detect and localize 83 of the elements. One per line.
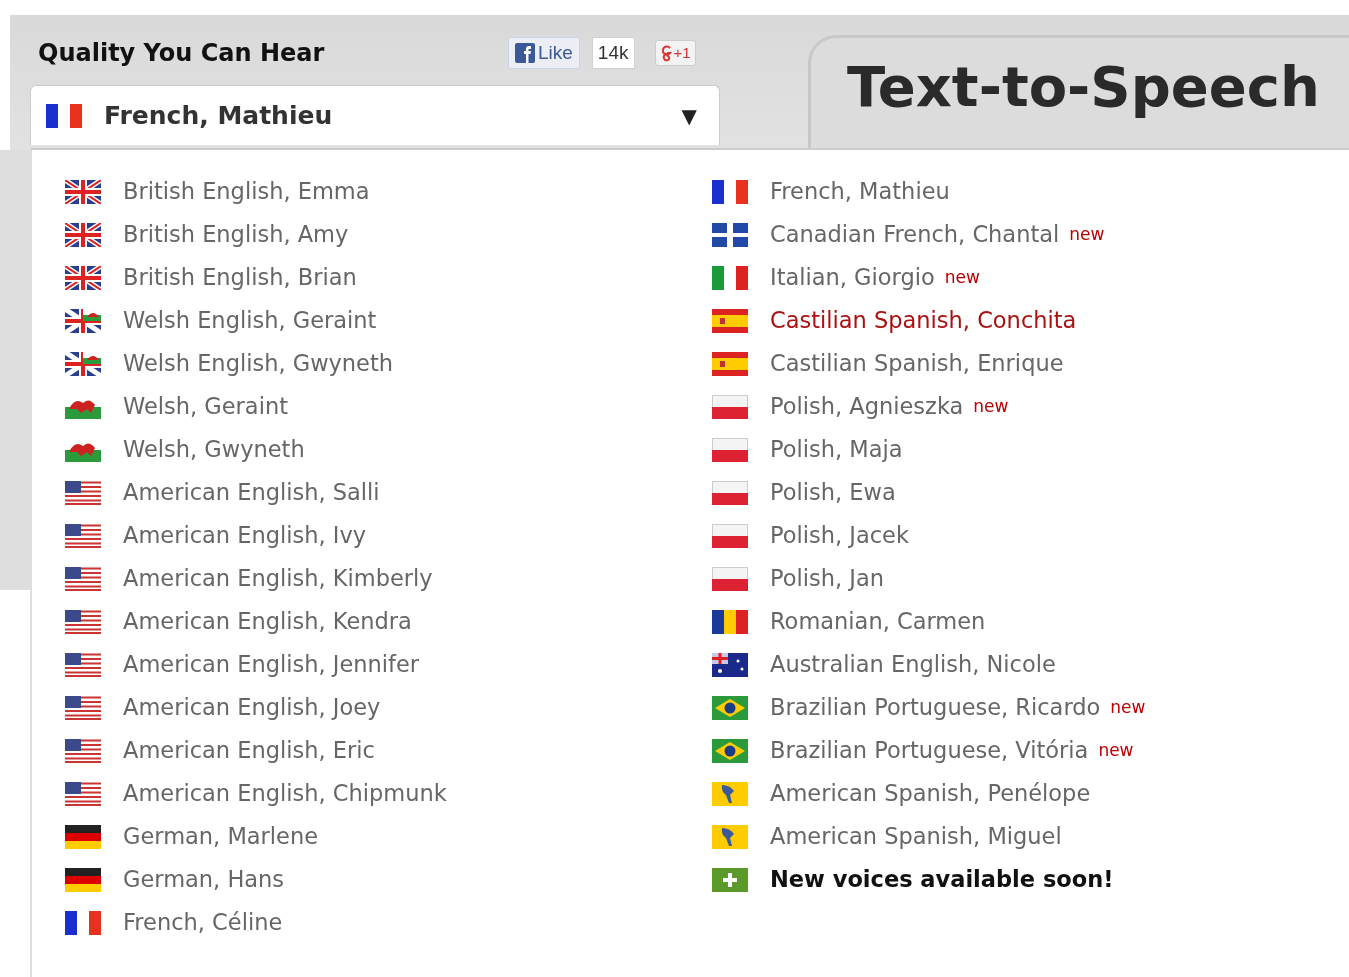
voice-option[interactable]: Welsh English, Gwyneth [123,346,394,381]
stars-stripes-flag-icon [65,523,101,548]
voice-option[interactable]: Castilian Spanish, Conchita [770,303,1077,338]
like-button[interactable]: Like [508,36,580,70]
stars-stripes-flag-icon [65,781,101,806]
facebook-icon [515,43,535,63]
striped-flag-icon [712,351,748,376]
stars-stripes-flag-icon [65,652,101,677]
voice-option[interactable]: Welsh, Gwyneth [123,432,305,467]
tricolour-flag-icon [712,179,748,204]
voice-option[interactable]: British English, Emma [123,174,370,209]
bicolour-flag-icon [712,437,748,462]
voice-option[interactable]: American English, Kendra [123,604,412,639]
site-heading: Quality You Can Hear [38,38,326,69]
voice-option[interactable]: British English, Brian [123,260,357,295]
stars-stripes-flag-icon [65,480,101,505]
map-flag-icon [712,824,748,849]
cross-flag-icon [712,222,748,247]
voice-option[interactable]: Polish, Ewa [770,475,896,510]
voice-option[interactable]: American Spanish, Penélope [770,776,1091,811]
voice-option[interactable]: American English, Kimberly [123,561,433,596]
plus-one-button[interactable]: +1 [654,39,696,67]
voice-option[interactable]: Welsh, Geraint [123,389,288,424]
union-dragon-flag-icon [65,351,101,376]
caret-icon: ▼ [681,100,697,131]
voice-option[interactable]: American English, Eric [123,733,375,768]
voice-option[interactable]: Italian, Giorgio [770,260,935,295]
tricolour-flag-icon [46,103,82,128]
southern-cross-flag-icon [712,652,748,677]
voice-dropdown[interactable]: French, Mathieu ▼ [30,85,720,145]
voice-option[interactable]: Brazilian Portuguese, Ricardo [770,690,1101,725]
bicolour-flag-icon [712,566,748,591]
voice-option[interactable]: American English, Jennifer [123,647,420,682]
bicolour-flag-icon [712,523,748,548]
voice-option[interactable]: French, Mathieu [770,174,950,209]
voice-option[interactable]: American English, Joey [123,690,381,725]
voice-option[interactable]: French, Céline [123,905,283,940]
diamond-flag-icon [712,738,748,763]
product-tab[interactable]: Text-to-Speech [808,35,1349,150]
tricolour-flag-icon [712,265,748,290]
voice-option[interactable]: Romanian, Carmen [770,604,986,639]
voice-option[interactable]: American English, Salli [123,475,380,510]
new-label: new [1098,738,1134,762]
voice-option[interactable]: Polish, Agnieszka [770,389,964,424]
voice-option[interactable]: British English, Amy [123,217,349,252]
notice-text: New voices available soon! [770,864,1114,894]
union-flag-icon [65,179,101,204]
new-label: new [1069,222,1105,246]
voice-option[interactable]: Canadian French, Chantal [770,217,1060,252]
voice-option[interactable]: American English, Chipmunk [123,776,447,811]
voice-option[interactable]: Polish, Maja [770,432,903,467]
voice-option[interactable]: American English, Ivy [123,518,367,553]
voice-option[interactable]: Polish, Jan [770,561,884,596]
voice-option[interactable]: German, Marlene [123,819,319,854]
tricolour-flag-icon [65,824,101,849]
voice-option[interactable]: Castilian Spanish, Enrique [770,346,1064,381]
new-label: new [944,265,980,289]
plus-icon [712,867,748,892]
voice-option[interactable]: Polish, Jacek [770,518,909,553]
stars-stripes-flag-icon [65,609,101,634]
stars-stripes-flag-icon [65,738,101,763]
new-label: new [1110,695,1146,719]
tricolour-flag-icon [712,609,748,634]
voice-option[interactable]: American Spanish, Miguel [770,819,1062,854]
union-flag-icon [65,265,101,290]
voice-option[interactable]: Welsh English, Geraint [123,303,377,338]
union-flag-icon [65,222,101,247]
diamond-flag-icon [712,695,748,720]
new-label: new [973,394,1009,418]
stars-stripes-flag-icon [65,695,101,720]
stars-stripes-flag-icon [65,566,101,591]
bicolour-flag-icon [712,394,748,419]
voice-option[interactable]: Brazilian Portuguese, Vitória [770,733,1089,768]
tricolour-flag-icon [65,910,101,935]
tricolour-flag-icon [65,867,101,892]
striped-flag-icon [712,308,748,333]
map-flag-icon [712,781,748,806]
g-icon [659,44,672,62]
like-count: 14k [591,36,635,70]
union-dragon-flag-icon [65,308,101,333]
voice-option[interactable]: Australian English, Nicole [770,647,1056,682]
bicolour-flag-icon [712,480,748,505]
voice-option[interactable]: German, Hans [123,862,285,897]
